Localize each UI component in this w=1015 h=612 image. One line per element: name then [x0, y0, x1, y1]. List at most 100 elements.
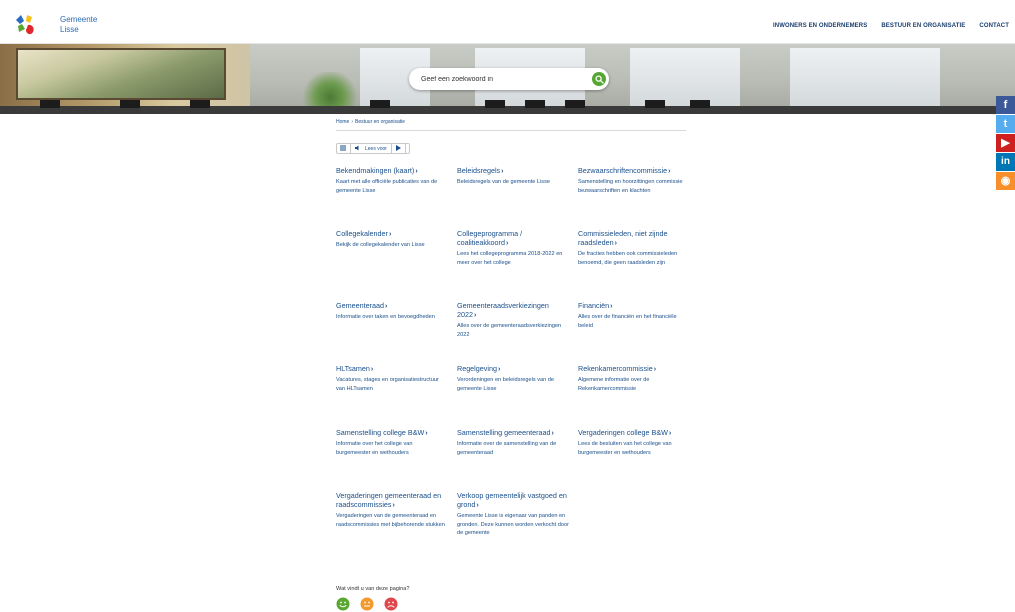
chevron-right-icon: › — [476, 502, 479, 509]
topic-description: Informatie over het college van burgemee… — [336, 441, 413, 456]
topic-title-text: Regelgeving — [457, 364, 497, 373]
topic-title-text: Samenstelling gemeenteraad — [457, 428, 551, 437]
topic-title[interactable]: Commissieleden, niet zijnde raadsleden› — [578, 229, 690, 248]
chevron-right-icon: › — [551, 430, 554, 437]
topic-title[interactable]: Regelgeving› — [457, 364, 569, 374]
topic-description: Informatie over taken en bevoegdheden — [336, 314, 435, 320]
topic-title[interactable]: Collegekalender› — [336, 229, 448, 239]
readspeaker-separator — [350, 144, 351, 153]
banner-chair — [370, 100, 390, 108]
chevron-right-icon: › — [425, 430, 428, 437]
topic-title[interactable]: Collegeprogramma / coalitieakkoord› — [457, 229, 569, 248]
nav-bestuur-en-organisatie[interactable]: BESTUUR EN ORGANISATIE — [881, 23, 965, 29]
topic-title[interactable]: Bezwaarschriftencommissie› — [578, 166, 690, 176]
search-box — [409, 68, 609, 90]
topic-item[interactable]: Commissieleden, niet zijnde raadsleden› D… — [578, 229, 690, 267]
banner-painting — [16, 48, 226, 100]
breadcrumb-separator: › — [351, 119, 354, 125]
topic-item[interactable]: Verkoop gemeentelijk vastgoed en grond› G… — [457, 491, 569, 538]
topic-title[interactable]: Samenstelling college B&W› — [336, 428, 448, 438]
topic-item[interactable]: HLTsamen› Vacatures, stages en organisati… — [336, 364, 448, 393]
topic-description: Samenstelling en hoorzittingen commissie… — [578, 179, 683, 194]
site-header: Gemeente Lisse INWONERS EN ONDERNEMERS B… — [0, 0, 1015, 44]
topic-title[interactable]: Financiën› — [578, 301, 690, 311]
topic-item[interactable]: Regelgeving› Verordeningen en beleidsrege… — [457, 364, 569, 393]
topic-item[interactable]: Beleidsregels› Beleidsregels van de gemee… — [457, 166, 569, 187]
topic-item[interactable]: Vergaderingen college B&W› Lees de beslui… — [578, 428, 690, 457]
breadcrumb: Home › Bestuur en organisatie — [336, 119, 405, 125]
topic-description: Alles over de gemeenteraadsverkiezingen … — [457, 323, 562, 338]
readspeaker-separator — [404, 144, 406, 153]
neutral-face-icon[interactable] — [360, 597, 374, 612]
chevron-right-icon: › — [610, 303, 613, 310]
speaker-icon — [355, 145, 361, 153]
topic-title-text: Vergaderingen gemeenteraad en raadscommi… — [336, 491, 442, 509]
chevron-right-icon: › — [474, 312, 477, 319]
topic-item[interactable]: Samenstelling gemeenteraad› Informatie ov… — [457, 428, 569, 457]
banner-window — [790, 48, 940, 106]
topic-title[interactable]: Beleidsregels› — [457, 166, 569, 176]
topic-title-text: HLTsamen — [336, 364, 370, 373]
play-icon[interactable] — [395, 144, 401, 153]
logo-text[interactable]: Gemeente Lisse — [60, 15, 97, 35]
topic-title[interactable]: Vergaderingen gemeenteraad en raadscommi… — [336, 491, 448, 510]
banner-chair — [645, 100, 665, 108]
topic-title[interactable]: Gemeenteraad› — [336, 301, 448, 311]
topic-description: Algemene informatie over de Rekenkamerco… — [578, 377, 650, 392]
sad-face-icon[interactable] — [384, 597, 398, 612]
content-divider — [336, 130, 686, 131]
topic-title-text: Samenstelling college B&W — [336, 428, 425, 437]
gemeente-lisse-logo[interactable] — [12, 12, 46, 44]
topic-title-text: Financiën — [578, 301, 610, 310]
topic-title[interactable]: Gemeenteraadsverkiezingen 2022› — [457, 301, 569, 320]
topic-item[interactable]: Gemeenteraad› Informatie over taken en be… — [336, 301, 448, 322]
topic-item[interactable]: Vergaderingen gemeenteraad en raadscommi… — [336, 491, 448, 529]
readspeaker-label[interactable]: Lees voor — [365, 146, 387, 152]
topic-title-text: Gemeenteraad — [336, 301, 384, 310]
topic-title[interactable]: Samenstelling gemeenteraad› — [457, 428, 569, 438]
search-input[interactable] — [421, 73, 591, 85]
topic-item[interactable]: Collegekalender› Bekijk de collegekalende… — [336, 229, 448, 250]
topic-title[interactable]: Rekenkamercommissie› — [578, 364, 690, 374]
search-icon — [594, 74, 604, 84]
readspeaker-separator — [390, 144, 392, 153]
social-share-bar: f t ▶ in ◉ — [996, 96, 1015, 191]
topic-item[interactable]: Financiën› Alles over de financiën en het… — [578, 301, 690, 330]
topic-title-text: Verkoop gemeentelijk vastgoed en grond — [457, 491, 567, 509]
topic-title[interactable]: Vergaderingen college B&W› — [578, 428, 690, 438]
nav-inwoners-en-ondernemers[interactable]: INWONERS EN ONDERNEMERS — [773, 23, 867, 29]
chevron-right-icon: › — [384, 303, 388, 310]
banner-chair — [120, 100, 140, 108]
linkedin-icon[interactable]: in — [996, 153, 1015, 171]
search-button[interactable] — [592, 72, 606, 86]
facebook-icon[interactable]: f — [996, 96, 1015, 114]
chevron-right-icon: › — [614, 240, 617, 247]
topic-title[interactable]: Verkoop gemeentelijk vastgoed en grond› — [457, 491, 569, 510]
topic-description: Lees de besluiten van het college van bu… — [578, 441, 672, 456]
topic-item[interactable]: Gemeenteraadsverkiezingen 2022› Alles ove… — [457, 301, 569, 339]
readspeaker-menu-icon[interactable] — [340, 145, 346, 153]
topic-item[interactable]: Rekenkamercommissie› Algemene informatie … — [578, 364, 690, 393]
banner-chair — [485, 100, 505, 108]
rss-icon[interactable]: ◉ — [996, 172, 1015, 190]
banner-chair — [525, 100, 545, 108]
topic-title[interactable]: HLTsamen› — [336, 364, 448, 374]
banner-window — [630, 48, 740, 106]
topic-description: Verordeningen en beleidsregels van de ge… — [457, 377, 555, 392]
twitter-icon[interactable]: t — [996, 115, 1015, 133]
topic-item[interactable]: Collegeprogramma / coalitieakkoord› Lees … — [457, 229, 569, 267]
youtube-icon[interactable]: ▶ — [996, 134, 1015, 152]
topic-item[interactable]: Bekendmakingen (kaart)› Kaart met alle of… — [336, 166, 448, 195]
topic-item[interactable]: Samenstelling college B&W› Informatie ove… — [336, 428, 448, 457]
happy-face-icon[interactable] — [336, 597, 350, 612]
topic-title-text: Rekenkamercommissie — [578, 364, 653, 373]
topic-item[interactable]: Bezwaarschriftencommissie› Samenstelling … — [578, 166, 690, 195]
topic-title-text: Gemeenteraadsverkiezingen 2022 — [457, 301, 549, 319]
chevron-right-icon: › — [653, 366, 657, 373]
topic-description: Lees het collegeprogramma 2018-2022 en m… — [457, 251, 563, 266]
topic-title[interactable]: Bekendmakingen (kaart)› — [336, 166, 448, 176]
chevron-right-icon: › — [668, 430, 672, 437]
banner-floor — [0, 106, 1015, 114]
breadcrumb-home[interactable]: Home — [336, 119, 349, 125]
nav-contact[interactable]: CONTACT — [979, 23, 1009, 29]
